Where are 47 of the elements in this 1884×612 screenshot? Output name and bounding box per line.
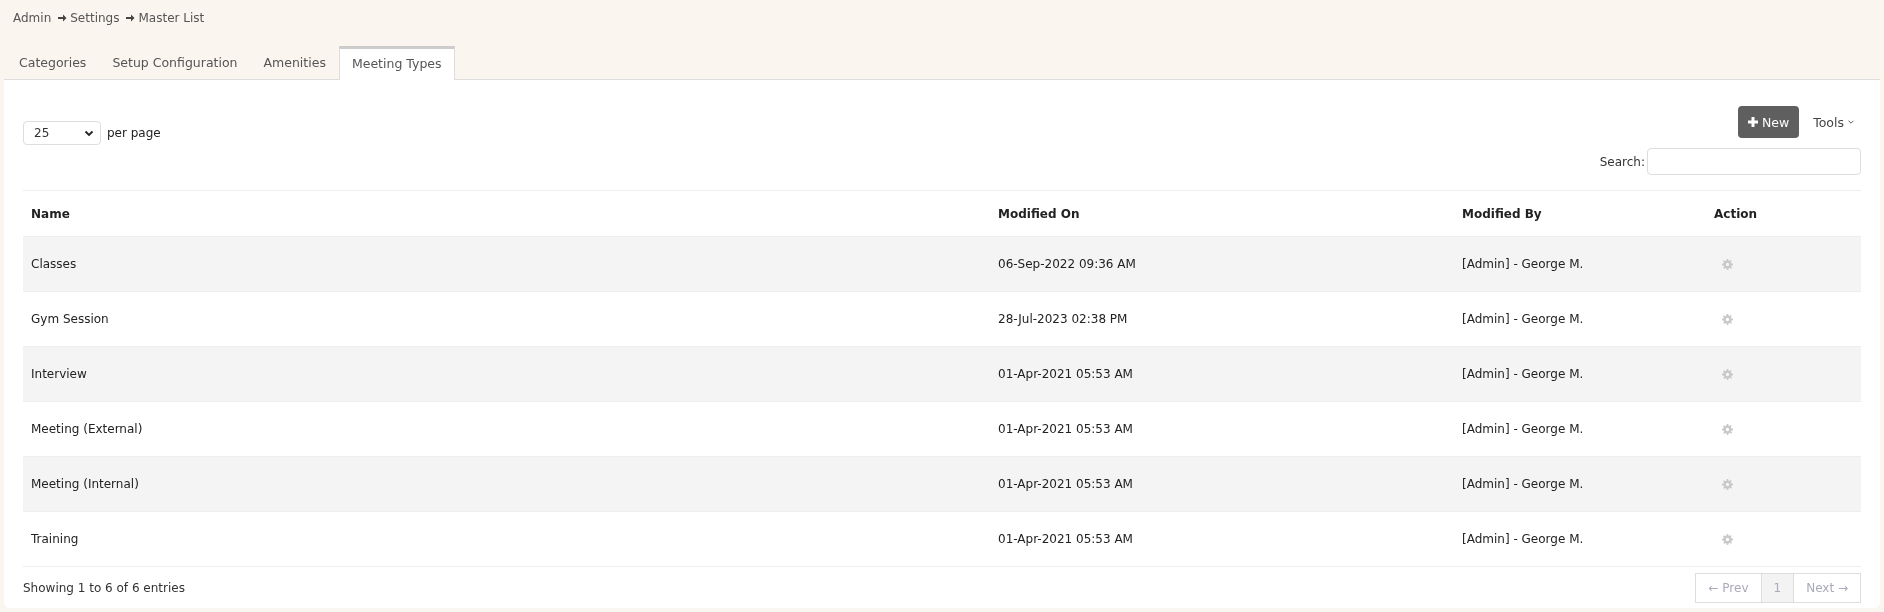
table-cell-text: [Admin] - George M. [1461,477,1585,491]
table-cell-text: Gym Session [30,312,110,326]
settings-icon[interactable] [1722,423,1733,435]
tab[interactable]: Setup Configuration [99,46,251,79]
column-header: Modified By [1461,206,1543,221]
chevron-down-icon [84,128,94,138]
table-cell-text: 06-Sep-2022 09:36 AM [997,257,1137,271]
column-header: Action [1713,206,1759,221]
table-cell-text: [Admin] - George M. [1461,312,1585,326]
new-button[interactable]: New [1737,106,1800,138]
settings-icon[interactable] [1722,368,1733,380]
per-page-label: per page [107,126,161,140]
plus-icon [1747,117,1758,127]
arrow-right-icon [125,13,136,23]
table-cell-text: [Admin] - George M. [1461,367,1585,381]
search-field[interactable] [1647,148,1861,175]
settings-icon[interactable] [1722,313,1733,325]
settings-icon[interactable] [1722,533,1733,545]
table-cell-text: Classes [30,257,78,271]
table-cell-text: 01-Apr-2021 05:53 AM [997,367,1134,381]
breadcrumb-link[interactable]: Master List [138,11,205,25]
arrow-right-icon [57,13,68,23]
page-size-select[interactable]: 25 [23,121,101,145]
table-cell-text: [Admin] - George M. [1461,532,1585,546]
chevron-down-icon [1847,118,1855,126]
table-cell-text: [Admin] - George M. [1461,422,1585,436]
table-cell-text: 28-Jul-2023 02:38 PM [997,312,1129,326]
table-cell-text: 01-Apr-2021 05:53 AM [997,532,1134,546]
column-header: Name [30,206,71,221]
tab[interactable]: Meeting Types [338,46,455,80]
settings-icon[interactable] [1722,478,1733,490]
table-cell-text: Meeting (Internal) [30,477,140,491]
search-label: Search: [1599,154,1645,169]
table-cell-text: Training [30,532,80,546]
table-cell-text: [Admin] - George M. [1461,257,1585,271]
tab[interactable]: Categories [6,46,100,79]
breadcrumb-link[interactable]: Settings [70,11,120,25]
settings-icon[interactable] [1722,258,1733,270]
table-cell-text: Meeting (External) [30,422,144,436]
table-cell-text: Interview [30,367,88,381]
tools-button[interactable]: Tools [1813,114,1861,130]
entries-info: Showing 1 to 6 of 6 entries [23,580,185,595]
tab[interactable]: Amenities [250,46,339,79]
table-cell-text: 01-Apr-2021 05:53 AM [997,422,1134,436]
table-cell-text: 01-Apr-2021 05:53 AM [997,477,1134,491]
breadcrumb-link[interactable]: Admin [13,11,52,25]
column-header: Modified On [997,206,1081,221]
